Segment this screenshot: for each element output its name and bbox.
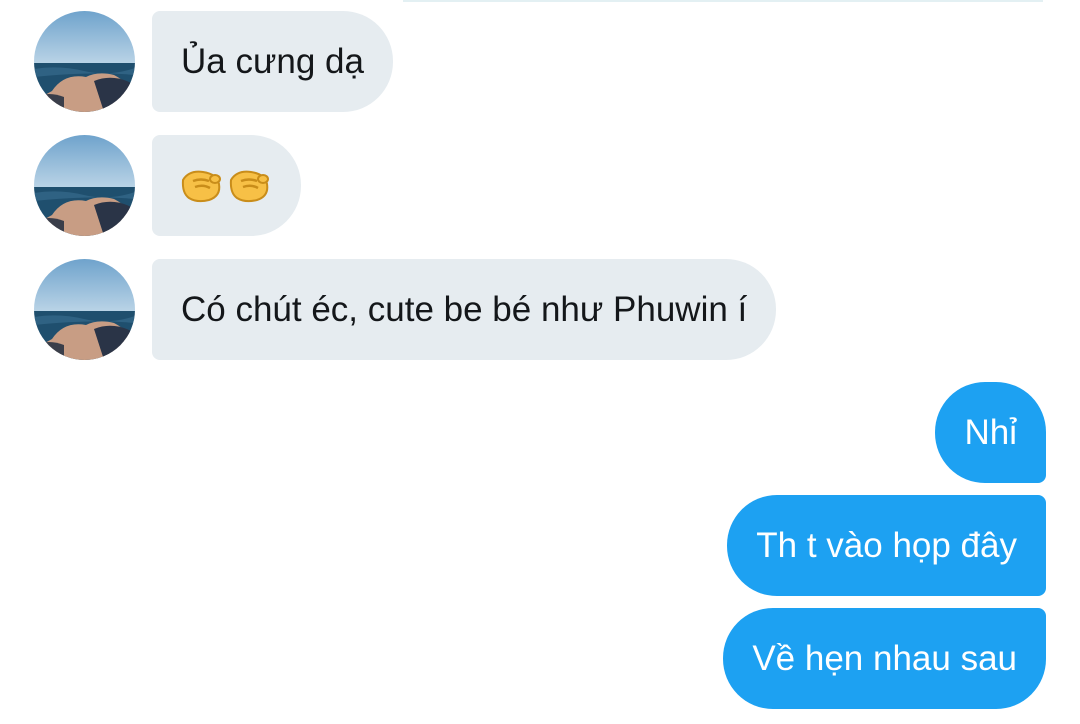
- message-text: Nhỉ: [964, 413, 1017, 452]
- message-text: Về hẹn nhau sau: [752, 639, 1017, 678]
- incoming-message[interactable]: Có chút éc, cute be bé như Phuwin í: [152, 259, 777, 360]
- message-text: Th t vào họp đây: [756, 526, 1017, 565]
- incoming-message[interactable]: Ủa cưng dạ: [152, 11, 393, 112]
- pinching-hand-icon: [227, 166, 273, 206]
- top-divider: [403, 0, 1043, 2]
- message-text: Ủa cưng dạ: [181, 42, 364, 81]
- outgoing-message[interactable]: Về hẹn nhau sau: [723, 608, 1046, 709]
- outgoing-message[interactable]: Th t vào họp đây: [727, 495, 1046, 596]
- incoming-emoji-message[interactable]: [152, 135, 301, 236]
- pinching-hand-icon: [179, 166, 225, 206]
- message-text: Có chút éc, cute be bé như Phuwin í: [181, 290, 748, 329]
- sender-avatar[interactable]: [34, 135, 135, 236]
- sender-avatar[interactable]: [34, 259, 135, 360]
- outgoing-message[interactable]: Nhỉ: [935, 382, 1046, 483]
- sender-avatar[interactable]: [34, 11, 135, 112]
